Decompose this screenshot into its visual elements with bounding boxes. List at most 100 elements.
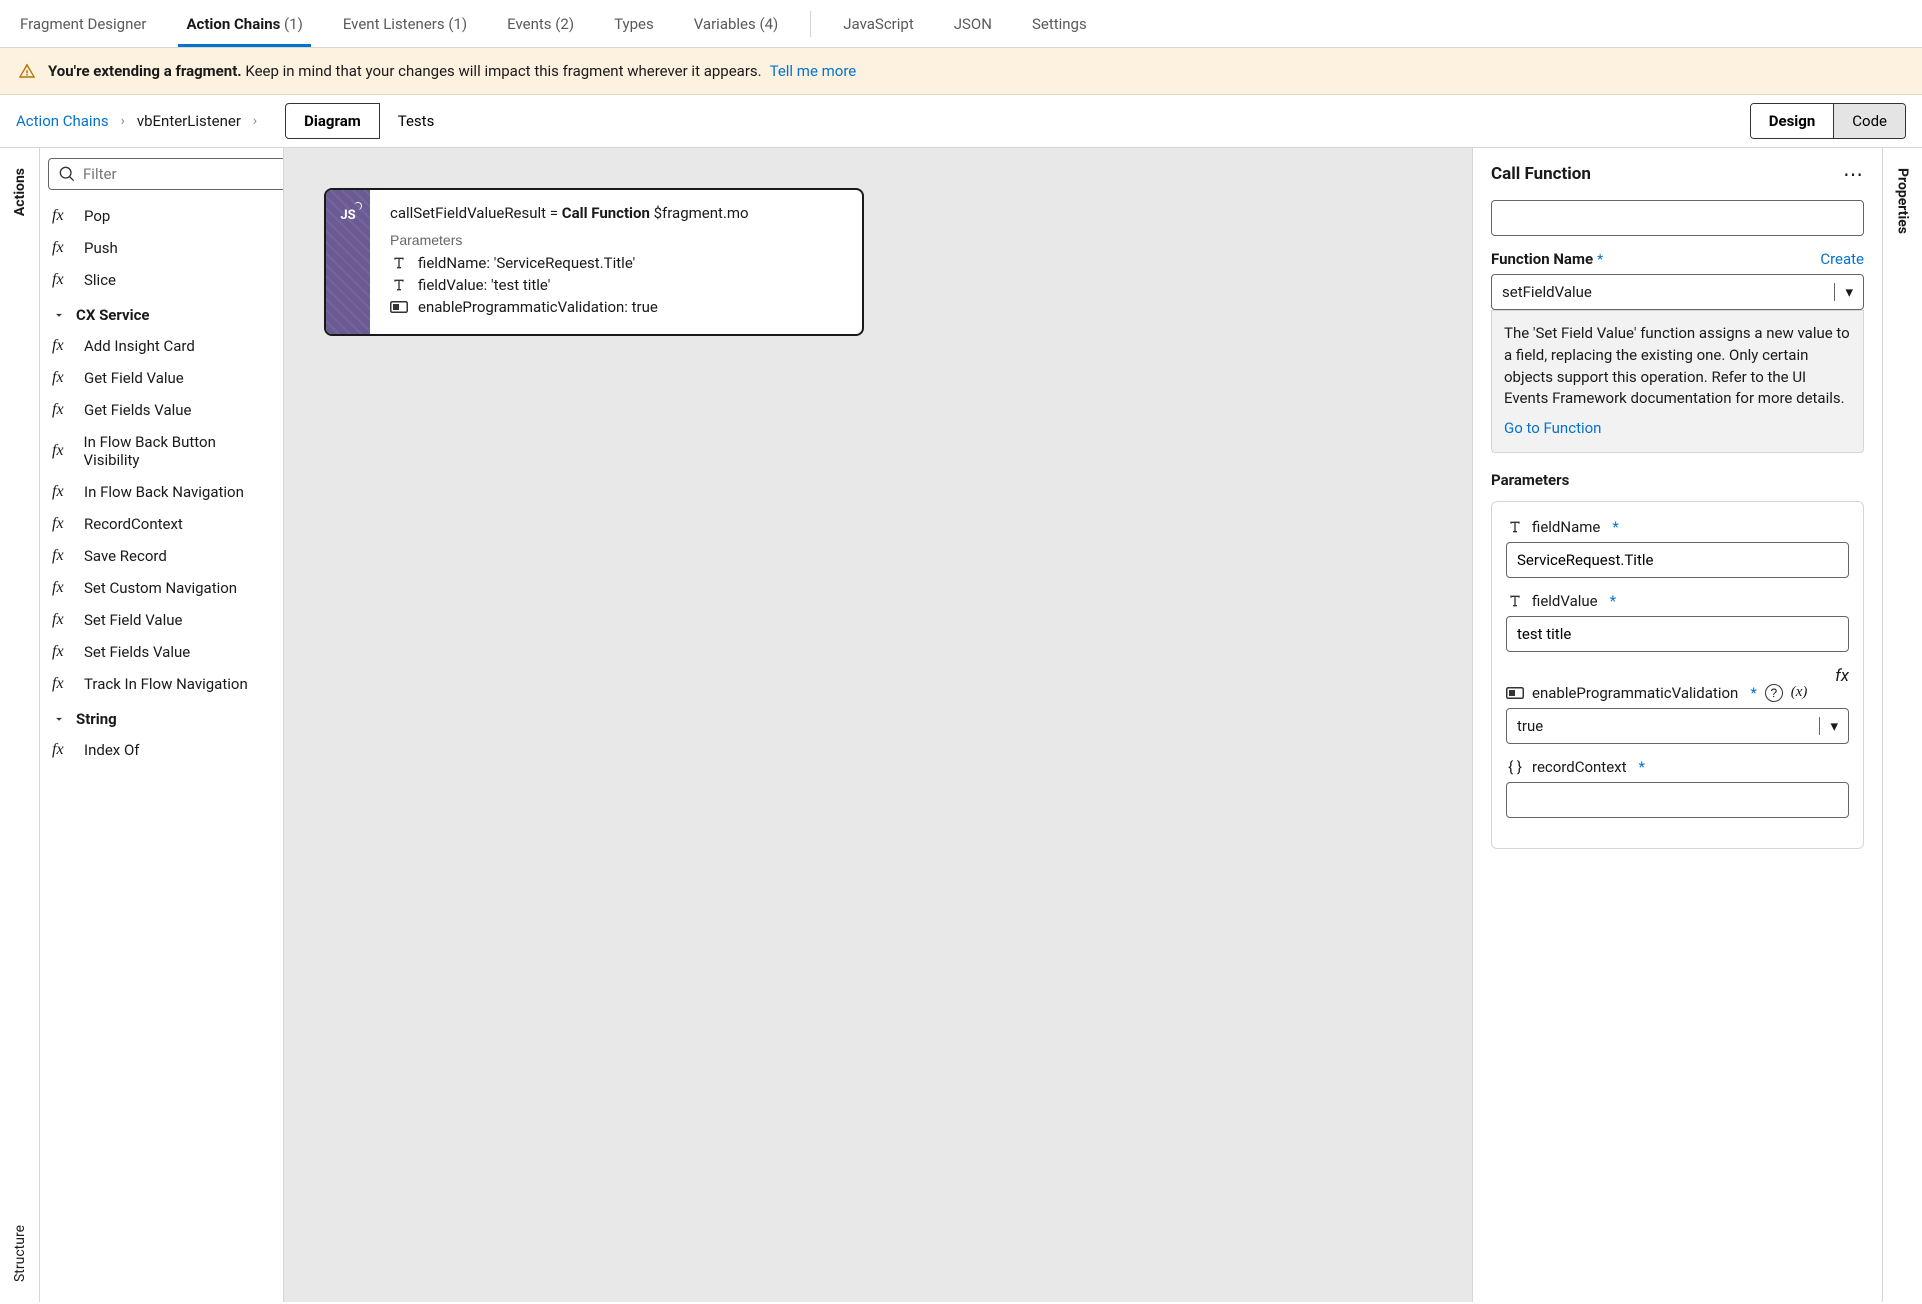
enable-validation-select[interactable]: true ▾ — [1506, 708, 1849, 744]
text-type-icon — [1506, 519, 1524, 535]
action-push[interactable]: fxPush — [48, 232, 275, 264]
fx-icon: fx — [52, 611, 72, 629]
function-name-select[interactable]: setFieldValue ▾ — [1491, 274, 1864, 310]
fx-icon: fx — [52, 401, 72, 419]
parameters-box: fieldName* fieldValue* fx enableProgramm… — [1491, 501, 1864, 849]
top-nav: Fragment Designer Action Chains (1) Even… — [0, 0, 1922, 48]
node-body: callSetFieldValueResult = Call Function … — [370, 190, 862, 334]
fx-icon: fx — [52, 483, 72, 501]
banner-message: You're extending a fragment. Keep in min… — [48, 62, 856, 80]
js-icon: JS — [340, 208, 355, 223]
function-description: The 'Set Field Value' function assigns a… — [1491, 310, 1864, 453]
fieldname-input[interactable] — [1506, 542, 1849, 578]
chevron-down-icon: ▾ — [1819, 717, 1838, 735]
warning-icon — [18, 62, 36, 80]
text-type-icon — [390, 255, 408, 271]
function-name-label: Function Name — [1491, 250, 1593, 268]
action-in-flow-back-navigation[interactable]: fxIn Flow Back Navigation — [48, 476, 275, 508]
group-string[interactable]: String — [48, 700, 275, 734]
diagram-button[interactable]: Diagram — [285, 103, 380, 139]
left-rail: Actions Structure — [0, 148, 40, 1302]
text-type-icon — [390, 277, 408, 293]
object-type-icon: { } — [1506, 758, 1524, 776]
action-add-insight-card[interactable]: fxAdd Insight Card — [48, 330, 275, 362]
fx-icon[interactable]: fx — [1835, 666, 1849, 686]
text-type-icon — [1506, 593, 1524, 609]
breadcrumb-current: vbEnterListener — [137, 112, 241, 130]
tab-events[interactable]: Events (2) — [499, 1, 582, 47]
search-icon — [59, 166, 75, 182]
mode-segment: Diagram Tests — [285, 103, 452, 139]
tab-fragment-designer[interactable]: Fragment Designer — [12, 1, 154, 47]
variable-icon[interactable]: (x) — [1791, 684, 1808, 701]
action-get-fields-value[interactable]: fxGet Fields Value — [48, 394, 275, 426]
properties-panel: Call Function ⋯ Function Name* Create se… — [1472, 148, 1882, 1302]
call-function-node[interactable]: JS callSetFieldValueResult = Call Functi… — [324, 188, 864, 336]
tests-button[interactable]: Tests — [380, 103, 453, 139]
tab-json[interactable]: JSON — [946, 1, 1000, 47]
tab-settings[interactable]: Settings — [1024, 1, 1095, 47]
boolean-type-icon — [1506, 687, 1524, 699]
action-index-of[interactable]: fxIndex Of — [48, 734, 275, 766]
node-type-badge: JS — [326, 190, 370, 334]
design-button[interactable]: Design — [1751, 104, 1834, 138]
action-get-field-value[interactable]: fxGet Field Value — [48, 362, 275, 394]
filter-input[interactable] — [83, 165, 282, 183]
action-in-flow-back-button-visibility[interactable]: fxIn Flow Back Button Visibility — [48, 426, 275, 476]
recordcontext-input[interactable] — [1506, 782, 1849, 818]
tab-types[interactable]: Types — [606, 1, 662, 47]
chevron-down-icon — [52, 308, 68, 322]
fieldvalue-input[interactable] — [1506, 616, 1849, 652]
action-save-record[interactable]: fxSave Record — [48, 540, 275, 572]
structure-rail-label[interactable]: Structure — [12, 1225, 28, 1282]
tab-action-chains[interactable]: Action Chains (1) — [178, 1, 310, 47]
action-set-fields-value[interactable]: fxSet Fields Value — [48, 636, 275, 668]
chevron-down-icon: ▾ — [1834, 283, 1853, 301]
view-segment: Design Code — [1750, 103, 1906, 139]
chevron-down-icon — [52, 712, 68, 726]
tab-event-listeners[interactable]: Event Listeners (1) — [335, 1, 475, 47]
fx-icon: fx — [52, 547, 72, 565]
panel-menu-icon[interactable]: ⋯ — [1843, 162, 1864, 186]
fx-icon: fx — [52, 579, 72, 597]
action-track-in-flow-navigation[interactable]: fxTrack In Flow Navigation — [48, 668, 275, 700]
chevron-right-icon: › — [121, 113, 125, 129]
panel-title: Call Function — [1491, 164, 1591, 184]
boolean-type-icon — [390, 301, 408, 313]
fx-icon: fx — [52, 271, 72, 289]
properties-rail-label[interactable]: Properties — [1895, 168, 1911, 234]
create-link[interactable]: Create — [1820, 250, 1864, 268]
id-input[interactable] — [1491, 200, 1864, 236]
action-pop[interactable]: fxPop — [48, 200, 275, 232]
separator — [810, 11, 811, 37]
breadcrumb-root[interactable]: Action Chains — [16, 112, 109, 130]
fx-icon: fx — [52, 741, 72, 759]
sub-bar: Action Chains › vbEnterListener › Diagra… — [0, 95, 1922, 148]
action-set-field-value[interactable]: fxSet Field Value — [48, 604, 275, 636]
go-to-function-link[interactable]: Go to Function — [1504, 418, 1851, 440]
action-slice[interactable]: fxSlice — [48, 264, 275, 296]
parameters-label: Parameters — [1491, 471, 1864, 489]
tab-variables[interactable]: Variables (4) — [686, 1, 787, 47]
fx-icon: fx — [52, 515, 72, 533]
group-cx-service[interactable]: CX Service — [48, 296, 275, 330]
diagram-canvas[interactable]: JS callSetFieldValueResult = Call Functi… — [284, 148, 1472, 1302]
fx-icon: fx — [52, 369, 72, 387]
warning-banner: You're extending a fragment. Keep in min… — [0, 48, 1922, 95]
fx-icon: fx — [52, 337, 72, 355]
code-button[interactable]: Code — [1833, 104, 1905, 138]
tab-javascript[interactable]: JavaScript — [835, 1, 921, 47]
filter-input-wrapper[interactable] — [48, 158, 284, 190]
action-set-custom-navigation[interactable]: fxSet Custom Navigation — [48, 572, 275, 604]
help-icon[interactable]: ? — [1765, 684, 1783, 702]
fx-icon: fx — [52, 207, 72, 225]
right-rail: Properties — [1882, 148, 1922, 1302]
fx-icon: fx — [52, 675, 72, 693]
action-record-context[interactable]: fxRecordContext — [48, 508, 275, 540]
tell-me-more-link[interactable]: Tell me more — [770, 62, 857, 80]
actions-rail-label[interactable]: Actions — [12, 168, 28, 216]
chevron-right-icon: › — [253, 113, 257, 129]
fx-icon: fx — [52, 239, 72, 257]
fx-icon: fx — [52, 643, 72, 661]
actions-palette: ⋯ fxPop fxPush fxSlice CX Service fxAdd … — [40, 148, 284, 1302]
